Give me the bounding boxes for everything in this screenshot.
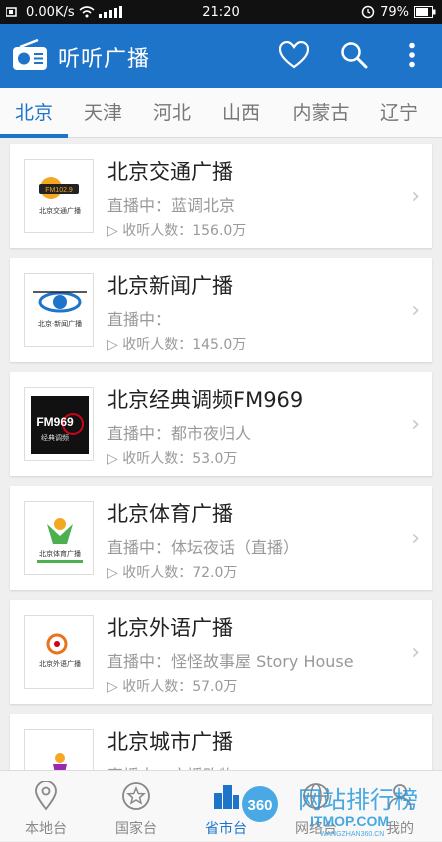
tab-liaoning[interactable]: 辽宁 [366, 88, 432, 137]
station-name: 北京城市广播 [107, 730, 233, 754]
station-live-program: 直播中：体坛夜话（直播） [107, 538, 300, 557]
tab-shanxi[interactable]: 山西 [208, 88, 274, 137]
chevron-right-icon: › [411, 640, 420, 665]
favorites-button[interactable] [277, 38, 311, 72]
station-listener-count: ▷ 收听人数：53.0万 [107, 451, 238, 467]
search-button[interactable] [337, 38, 371, 72]
station-item[interactable]: 北京体育广播 北京体育广播 直播中：体坛夜话（直播） ▷ 收听人数：72.0万 … [10, 486, 432, 590]
watermark-logo: 360 网站排行榜 ITMOP.COM WANGZHAN360.CN [242, 786, 418, 838]
province-tabs: 北京 天津 河北 山西 内蒙古 辽宁 [0, 88, 442, 138]
station-name: 北京新闻广播 [107, 274, 233, 298]
chevron-right-icon: › [411, 184, 420, 209]
station-listener-count: ▷ 收听人数：57.0万 [107, 679, 238, 695]
station-list: FM102.9 北京交通广播 北京交通广播 直播中：蓝调北京 ▷ 收听人数：15… [0, 138, 442, 770]
station-live-program: 直播中： [107, 310, 172, 329]
station-logo: FM102.9 北京交通广播 [24, 159, 94, 233]
station-live-program: 直播中：广播购物 [107, 762, 235, 770]
station-logo-text: FM969 [36, 415, 74, 429]
star-circle-icon [122, 782, 150, 810]
app-title: 听听广播 [58, 47, 151, 72]
station-item[interactable]: 北京城市广播 直播中：广播购物 [10, 714, 432, 770]
station-logo: 北京体育广播 [24, 501, 94, 575]
station-logo-text: FM102.9 [45, 187, 73, 194]
nav-local[interactable]: 本地台 [2, 771, 90, 842]
location-pin-icon [35, 781, 57, 811]
watermark-text: 网站排行榜 [298, 786, 418, 814]
tab-beijing[interactable]: 北京 [0, 88, 68, 137]
tab-neimenggu[interactable]: 内蒙古 [282, 88, 360, 137]
station-logo-caption: 北京外语广播 [39, 659, 81, 668]
watermark-sub2: WANGZHAN360.CN [320, 831, 384, 838]
station-logo-caption: 经典调频 [41, 433, 69, 442]
heart-icon [279, 41, 309, 69]
chevron-right-icon: › [411, 526, 420, 551]
watermark-sub: ITMOP.COM [310, 813, 389, 829]
nav-label: 本地台 [25, 821, 67, 837]
alarm-icon [361, 5, 375, 19]
station-logo: 北京·新闻广播 [24, 273, 94, 347]
station-live-program: 直播中：蓝调北京 [107, 196, 236, 215]
app-bar: 听听广播 [0, 24, 442, 88]
chevron-right-icon: › [411, 298, 420, 323]
station-item[interactable]: 北京·新闻广播 北京新闻广播 直播中： ▷ 收听人数：145.0万 › [10, 258, 432, 362]
nav-label: 国家台 [115, 821, 157, 837]
station-item[interactable]: 北京外语广播 北京外语广播 直播中：怪怪故事屋 Story House ▷ 收听… [10, 600, 432, 704]
station-listener-count: ▷ 收听人数：145.0万 [107, 337, 247, 353]
station-item[interactable]: FM969 经典调频 北京经典调频FM969 直播中：都市夜归人 ▷ 收听人数：… [10, 372, 432, 476]
station-name: 北京交通广播 [107, 160, 233, 184]
station-logo: 北京外语广播 [24, 615, 94, 689]
status-bar: 0.00K/s 21:20 79% [0, 0, 442, 24]
station-live-program: 直播中：怪怪故事屋 Story House [107, 652, 354, 671]
tab-tianjin[interactable]: 天津 [70, 88, 136, 137]
station-name: 北京体育广播 [107, 502, 233, 526]
more-button[interactable] [395, 38, 429, 72]
watermark-badge: 360 [247, 797, 272, 814]
nav-national[interactable]: 国家台 [92, 771, 180, 842]
station-item[interactable]: FM102.9 北京交通广播 北京交通广播 直播中：蓝调北京 ▷ 收听人数：15… [10, 144, 432, 248]
station-listener-count: ▷ 收听人数：72.0万 [107, 565, 238, 581]
more-vertical-icon [409, 42, 415, 68]
station-logo: FM969 经典调频 [24, 387, 94, 461]
search-icon [341, 42, 368, 69]
battery-icon [414, 6, 436, 18]
city-buildings-icon [214, 785, 239, 809]
station-name: 北京外语广播 [107, 616, 233, 640]
station-listener-count: ▷ 收听人数：156.0万 [107, 223, 247, 239]
station-name: 北京经典调频FM969 [107, 388, 304, 412]
chevron-right-icon: › [411, 412, 420, 437]
station-logo-caption: 北京交通广播 [39, 206, 81, 215]
tab-hebei[interactable]: 河北 [139, 88, 205, 137]
station-live-program: 直播中：都市夜归人 [107, 424, 252, 443]
radio-icon [13, 39, 47, 70]
battery-percent: 79% [380, 4, 409, 20]
station-logo-caption: 北京体育广播 [39, 549, 81, 558]
station-logo [24, 729, 94, 770]
station-logo-caption: 北京·新闻广播 [38, 319, 82, 328]
